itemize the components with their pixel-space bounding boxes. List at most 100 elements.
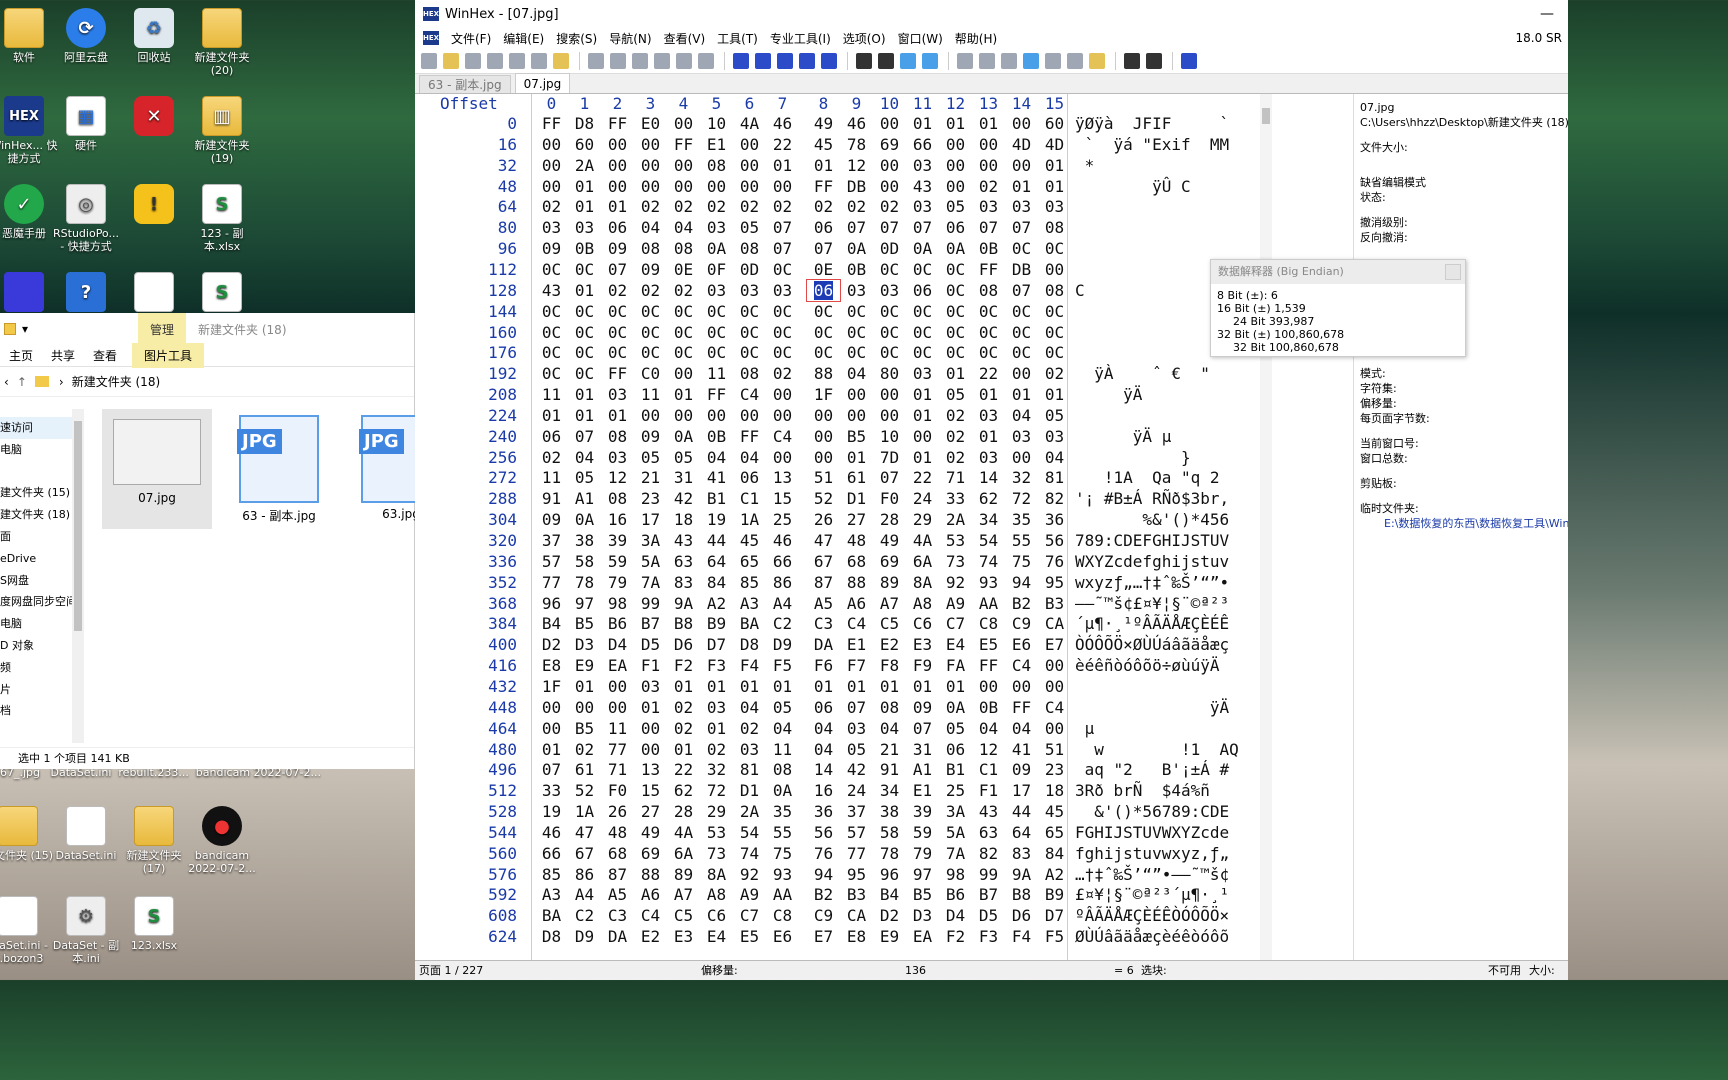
hex-byte[interactable]: 04 — [568, 447, 601, 468]
hex-byte[interactable]: EA — [601, 655, 634, 676]
hex-byte[interactable]: 00 — [535, 176, 568, 197]
hex-byte[interactable]: 05 — [939, 718, 972, 739]
hex-byte[interactable]: 03 — [906, 155, 939, 176]
hex-byte[interactable]: 47 — [807, 530, 840, 551]
hex-byte[interactable]: E4 — [939, 634, 972, 655]
hex-byte[interactable]: 36 — [807, 801, 840, 822]
hex-byte[interactable]: 3A — [939, 801, 972, 822]
hex-byte[interactable]: 04 — [733, 447, 766, 468]
ascii-text[interactable]: w !1 AQ — [1075, 739, 1239, 760]
hex-byte[interactable]: 17 — [634, 509, 667, 530]
hex-byte[interactable]: 27 — [634, 801, 667, 822]
hex-byte[interactable]: 01 — [568, 676, 601, 697]
hex-byte[interactable]: 00 — [733, 155, 766, 176]
toolbar-button-icon[interactable] — [1146, 52, 1162, 69]
hex-byte[interactable]: E5 — [972, 634, 1005, 655]
hex-byte[interactable]: 2A — [939, 509, 972, 530]
hex-byte[interactable]: 0C — [807, 322, 840, 343]
hex-byte[interactable]: 00 — [733, 176, 766, 197]
hex-byte[interactable]: 01 — [667, 384, 700, 405]
hex-byte[interactable]: B7 — [972, 884, 1005, 905]
hex-byte[interactable]: 0C — [667, 301, 700, 322]
hex-byte[interactable]: 7A — [634, 572, 667, 593]
hex-byte[interactable]: 4D — [1005, 134, 1038, 155]
hex-byte[interactable]: 0C — [906, 342, 939, 363]
hex-byte[interactable]: 01 — [766, 155, 799, 176]
hex-byte[interactable]: 01 — [667, 739, 700, 760]
toolbar-button-icon[interactable] — [1067, 52, 1083, 69]
hex-byte[interactable]: 0C — [733, 342, 766, 363]
hex-byte[interactable]: C7 — [939, 613, 972, 634]
hex-byte[interactable]: 0C — [873, 259, 906, 280]
hex-byte[interactable]: 8A — [700, 864, 733, 885]
ascii-text[interactable]: £¤¥¦§¨©ª²³´µ¶·¸¹ — [1075, 884, 1229, 905]
hex-byte[interactable]: 09 — [601, 238, 634, 259]
hex-byte[interactable]: 46 — [840, 113, 873, 134]
hex-byte[interactable]: 03 — [700, 217, 733, 238]
hex-byte[interactable]: 21 — [873, 739, 906, 760]
hex-byte[interactable]: 03 — [733, 739, 766, 760]
desktop-icon[interactable]: DataSet.ini — [50, 806, 122, 862]
hex-byte[interactable]: F6 — [807, 655, 840, 676]
hex-byte[interactable]: 65 — [733, 551, 766, 572]
hex-byte[interactable]: 0C — [601, 301, 634, 322]
hex-byte[interactable]: 02 — [667, 718, 700, 739]
hex-byte[interactable]: 00 — [840, 405, 873, 426]
document-menu-icon[interactable]: HEX — [423, 31, 439, 45]
hex-byte[interactable]: DA — [601, 926, 634, 947]
hex-byte[interactable]: 03 — [634, 676, 667, 697]
toolbar-button-icon[interactable] — [777, 52, 793, 69]
hex-byte[interactable]: E8 — [535, 655, 568, 676]
up-arrow-icon[interactable]: ↑ — [17, 375, 27, 389]
hex-byte[interactable]: E3 — [906, 634, 939, 655]
hex-byte[interactable]: 32 — [1005, 467, 1038, 488]
hex-byte[interactable]: 02 — [873, 196, 906, 217]
hex-byte[interactable]: 03 — [1005, 196, 1038, 217]
hex-byte[interactable]: 43 — [906, 176, 939, 197]
hex-byte[interactable]: C3 — [807, 613, 840, 634]
hex-byte[interactable]: 67 — [568, 843, 601, 864]
desktop-icon[interactable]: ⚙ DataSet - 副本.ini — [50, 896, 122, 965]
toolbar-button-icon[interactable] — [654, 52, 670, 69]
hex-byte[interactable]: 92 — [733, 864, 766, 885]
hex-byte[interactable]: 00 — [1038, 655, 1071, 676]
hex-byte[interactable]: 00 — [972, 676, 1005, 697]
desktop-icon[interactable]: ataSet.ini - S.bozon3 — [0, 896, 54, 965]
hex-byte[interactable]: 02 — [634, 196, 667, 217]
hex-byte[interactable]: E4 — [700, 926, 733, 947]
hex-byte[interactable]: 0C — [568, 342, 601, 363]
hex-byte[interactable]: 00 — [766, 447, 799, 468]
hex-byte[interactable]: D4 — [939, 905, 972, 926]
hex-byte[interactable]: 38 — [568, 530, 601, 551]
hex-byte[interactable]: 91 — [873, 759, 906, 780]
menu-item[interactable]: 窗口(W) — [892, 30, 949, 47]
hex-byte[interactable]: FF — [972, 259, 1005, 280]
hex-byte[interactable]: 11 — [766, 739, 799, 760]
hex-byte[interactable]: 04 — [807, 718, 840, 739]
hex-byte[interactable]: 0B — [700, 426, 733, 447]
hex-byte[interactable]: 0C — [906, 301, 939, 322]
hex-byte[interactable]: 00 — [634, 718, 667, 739]
hex-byte[interactable]: B6 — [939, 884, 972, 905]
hex-byte[interactable]: 0E — [807, 259, 840, 280]
hex-byte[interactable]: 29 — [700, 801, 733, 822]
hex-byte[interactable]: 34 — [972, 509, 1005, 530]
hex-byte[interactable]: A4 — [568, 884, 601, 905]
tab-home[interactable]: 主页 — [0, 347, 42, 364]
desktop-icon[interactable]: S 123.xlsx — [118, 896, 190, 952]
file-item-07-jpg[interactable]: 07.jpg — [102, 409, 212, 529]
hex-byte[interactable]: 9A — [1005, 864, 1038, 885]
desktop-icon[interactable]: ! — [118, 184, 190, 227]
hex-byte[interactable]: 00 — [601, 176, 634, 197]
ascii-text[interactable]: 789:CDEFGHIJSTUV — [1075, 530, 1229, 551]
ascii-text[interactable]: 3Rð brÑ $4á%ñ — [1075, 780, 1210, 801]
hex-byte[interactable]: 11 — [535, 384, 568, 405]
hex-byte[interactable]: B1 — [939, 759, 972, 780]
hex-byte[interactable]: D9 — [568, 926, 601, 947]
hex-byte[interactable]: 24 — [906, 488, 939, 509]
hex-byte[interactable]: 05 — [1038, 405, 1071, 426]
hex-byte[interactable]: 02 — [667, 196, 700, 217]
hex-byte[interactable]: 00 — [667, 176, 700, 197]
hex-byte[interactable]: A1 — [906, 759, 939, 780]
toolbar-button-icon[interactable] — [856, 52, 872, 69]
